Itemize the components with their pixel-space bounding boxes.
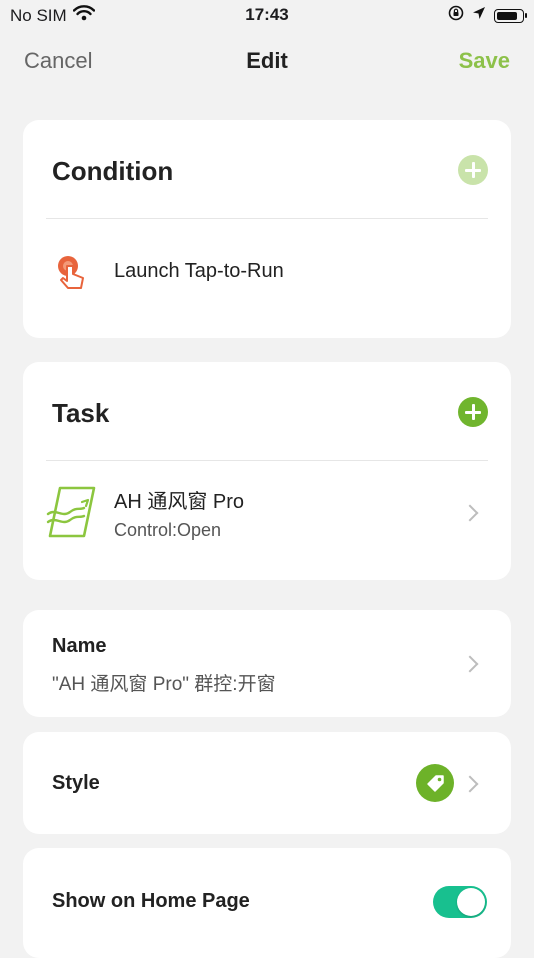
name-value: "AH 通风窗 Pro" 群控:开窗 bbox=[52, 674, 276, 695]
status-right bbox=[448, 5, 527, 26]
toggle-knob bbox=[457, 888, 485, 916]
condition-card: Condition Launch Tap-to-Run bbox=[23, 120, 511, 338]
navigation-bar: Cancel Edit Save bbox=[0, 44, 534, 80]
add-task-button[interactable] bbox=[458, 397, 488, 427]
task-title: Task bbox=[52, 398, 110, 428]
tag-icon[interactable] bbox=[416, 764, 454, 802]
location-arrow-icon bbox=[472, 6, 486, 25]
condition-row[interactable] bbox=[54, 254, 88, 290]
task-device-name[interactable]: AH 通风窗 Pro bbox=[114, 485, 244, 514]
show-on-home-label: Show on Home Page bbox=[52, 890, 250, 912]
name-label: Name bbox=[52, 635, 107, 657]
chevron-right-icon[interactable] bbox=[461, 655, 479, 673]
name-card[interactable]: Name "AH 通风窗 Pro" 群控:开窗 bbox=[23, 610, 511, 717]
save-button[interactable]: Save bbox=[459, 48, 510, 74]
show-on-home-toggle[interactable] bbox=[433, 886, 487, 918]
task-device-action: Control:Open bbox=[114, 520, 222, 540]
add-condition-button[interactable] bbox=[458, 155, 488, 185]
condition-title: Condition bbox=[52, 156, 174, 186]
style-label: Style bbox=[52, 772, 100, 794]
window-device-icon bbox=[46, 484, 98, 540]
condition-item-label[interactable]: Launch Tap-to-Run bbox=[114, 260, 284, 283]
page-title: Edit bbox=[246, 48, 288, 73]
battery-icon bbox=[494, 8, 527, 23]
chevron-right-icon[interactable] bbox=[461, 775, 479, 793]
style-card[interactable]: Style bbox=[23, 732, 511, 834]
status-bar: No SIM 17:43 bbox=[0, 0, 534, 32]
task-divider bbox=[46, 460, 488, 461]
task-card: Task AH 通风窗 Pro Control:Open bbox=[23, 362, 511, 580]
tap-hand-icon bbox=[54, 256, 88, 294]
show-on-home-card: Show on Home Page bbox=[23, 848, 511, 958]
orientation-lock-icon bbox=[448, 5, 464, 26]
chevron-right-icon[interactable] bbox=[461, 504, 479, 522]
condition-divider bbox=[46, 218, 488, 219]
